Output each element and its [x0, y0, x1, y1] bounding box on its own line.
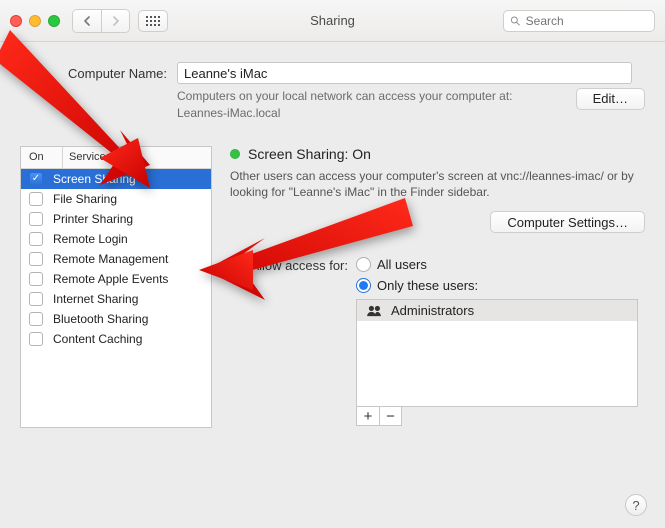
status-label: Screen Sharing: On [248, 146, 371, 162]
service-checkbox[interactable] [29, 312, 43, 326]
service-row[interactable]: Printer Sharing [21, 209, 211, 229]
toolbar-search[interactable] [503, 10, 655, 32]
access-row: Allow access for: All users Only these u… [230, 257, 645, 293]
subtitle-line2: Leannes-iMac.local [177, 105, 512, 122]
service-label: Content Caching [53, 332, 142, 346]
access-label: Allow access for: [230, 257, 348, 293]
service-row[interactable]: Remote Apple Events [21, 269, 211, 289]
grid-icon [146, 16, 160, 26]
service-checkbox[interactable] [29, 252, 43, 266]
service-row[interactable]: ✓ Screen Sharing [21, 169, 211, 189]
service-checkbox[interactable] [29, 272, 43, 286]
service-label: Remote Management [53, 252, 168, 266]
detail-panel: Screen Sharing: On Other users can acces… [230, 146, 645, 428]
edit-button[interactable]: Edit… [576, 88, 645, 110]
service-row[interactable]: Content Caching [21, 329, 211, 349]
help-button[interactable]: ? [625, 494, 647, 516]
radio-only-these-users[interactable]: Only these users: [356, 278, 478, 293]
service-label: Screen Sharing [53, 172, 136, 186]
nav-segment [72, 9, 130, 33]
header-on[interactable]: On [21, 147, 63, 168]
search-icon [510, 15, 521, 27]
window-controls [10, 15, 60, 27]
services-table: On Service ✓ Screen Sharing File Sharing Pr… [20, 146, 212, 428]
search-input[interactable] [526, 14, 648, 28]
computer-name-label: Computer Name: [47, 66, 167, 81]
header-service[interactable]: Service [63, 147, 211, 168]
service-checkbox[interactable] [29, 192, 43, 206]
radio-icon [356, 278, 371, 293]
service-row[interactable]: File Sharing [21, 189, 211, 209]
users-list-controls: + − [356, 407, 402, 426]
back-button[interactable] [73, 10, 101, 32]
service-label: Remote Apple Events [53, 272, 168, 286]
users-icon [365, 305, 383, 317]
service-checkbox[interactable]: ✓ [29, 172, 43, 186]
access-radios: All users Only these users: [356, 257, 478, 293]
computer-name-row: Computer Name: [47, 62, 645, 84]
services-body: ✓ Screen Sharing File Sharing Printer Shari… [21, 169, 211, 427]
service-checkbox[interactable] [29, 292, 43, 306]
zoom-icon[interactable] [48, 15, 60, 27]
service-label: Remote Login [53, 232, 128, 246]
service-row[interactable]: Remote Login [21, 229, 211, 249]
window-title: Sharing [310, 13, 355, 28]
radio-all-users-label: All users [377, 257, 427, 272]
users-list-container: Administrators + − [356, 299, 638, 426]
radio-only-label: Only these users: [377, 278, 478, 293]
main-area: On Service ✓ Screen Sharing File Sharing Pr… [20, 146, 645, 428]
add-user-button[interactable]: + [357, 407, 379, 425]
close-icon[interactable] [10, 15, 22, 27]
service-label: Printer Sharing [53, 212, 133, 226]
service-row[interactable]: Internet Sharing [21, 289, 211, 309]
computer-settings-button[interactable]: Computer Settings… [490, 211, 645, 233]
service-checkbox[interactable] [29, 232, 43, 246]
services-header: On Service [21, 147, 211, 169]
list-item[interactable]: Administrators [357, 300, 637, 321]
service-checkbox[interactable] [29, 212, 43, 226]
forward-button[interactable] [101, 10, 129, 32]
status-row: Screen Sharing: On [230, 146, 645, 162]
pane-content: Computer Name: Computers on your local n… [0, 42, 665, 528]
service-label: Internet Sharing [53, 292, 138, 306]
subtitle-line1: Computers on your local network can acce… [177, 88, 512, 105]
titlebar: Sharing [0, 0, 665, 42]
list-item-label: Administrators [391, 303, 474, 318]
users-list[interactable]: Administrators [356, 299, 638, 407]
service-label: File Sharing [53, 192, 117, 206]
minimize-icon[interactable] [29, 15, 41, 27]
radio-icon [356, 257, 371, 272]
status-description: Other users can access your computer's s… [230, 168, 645, 202]
service-checkbox[interactable] [29, 332, 43, 346]
service-label: Bluetooth Sharing [53, 312, 148, 326]
service-row[interactable]: Remote Management [21, 249, 211, 269]
show-all-button[interactable] [138, 10, 168, 32]
remove-user-button[interactable]: − [379, 407, 401, 425]
computer-name-subtitle: Computers on your local network can acce… [177, 88, 645, 122]
service-row[interactable]: Bluetooth Sharing [21, 309, 211, 329]
computer-name-field[interactable] [177, 62, 632, 84]
status-dot-icon [230, 149, 240, 159]
radio-all-users[interactable]: All users [356, 257, 478, 272]
